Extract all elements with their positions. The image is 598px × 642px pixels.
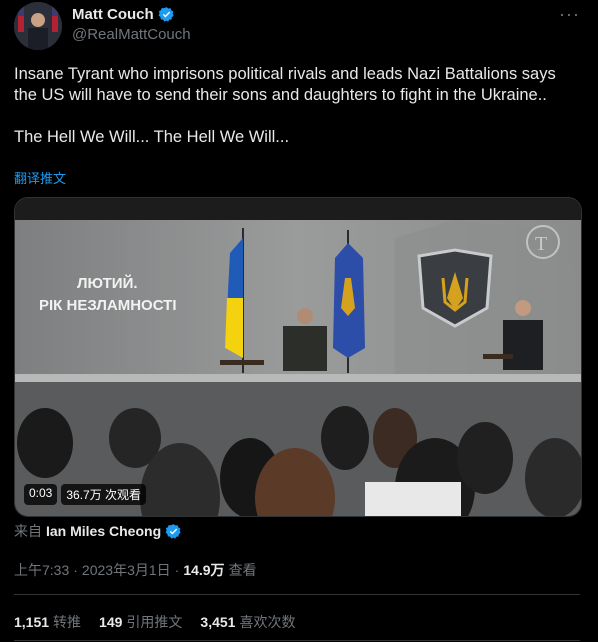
- divider: [14, 594, 580, 595]
- banner-line-1: ЛЮТИЙ.: [77, 274, 138, 292]
- author-handle[interactable]: @RealMattCouch: [72, 26, 191, 43]
- separator-dot: ·: [73, 562, 78, 578]
- source-name[interactable]: Ian Miles Cheong: [46, 523, 161, 539]
- likes-stat[interactable]: 3,451 喜欢次数: [200, 612, 295, 632]
- author-name[interactable]: Matt Couch: [72, 6, 175, 23]
- divider: [14, 640, 580, 641]
- engagement-stats: 1,151 转推 149 引用推文 3,451 喜欢次数: [14, 612, 295, 632]
- retweets-label: 转推: [53, 614, 82, 630]
- source-attribution: 来自 Ian Miles Cheong: [14, 521, 182, 541]
- views-label: 查看: [228, 562, 257, 578]
- retweets-stat[interactable]: 1,151 转推: [14, 612, 81, 632]
- video-view-count: 36.7万 次观看: [61, 484, 147, 505]
- quotes-count: 149: [99, 614, 123, 630]
- banner-line-2: РІК НЕЗЛАМНОСТІ: [39, 297, 177, 314]
- svg-text:T: T: [535, 233, 547, 255]
- translate-link[interactable]: 翻译推文: [14, 168, 66, 187]
- tweet-text: Insane Tyrant who imprisons political ri…: [14, 65, 556, 146]
- more-options-icon[interactable]: ···: [559, 4, 580, 25]
- retweets-count: 1,151: [14, 614, 50, 630]
- likes-count: 3,451: [200, 614, 236, 630]
- separator-dot: ·: [174, 562, 180, 578]
- verified-badge-icon: [165, 523, 181, 539]
- video-player[interactable]: ЛЮТИЙ. РІК НЕЗЛАМНОСТІ T 0:03 36.7万 次观看: [14, 197, 582, 517]
- source-prefix: 来自: [14, 523, 42, 539]
- video-overlay: 0:03 36.7万 次观看: [24, 484, 147, 505]
- video-time: 0:03: [24, 484, 58, 505]
- views-count: 14.9万: [183, 562, 225, 578]
- tweet-date[interactable]: 2023年3月1日: [82, 560, 171, 580]
- quotes-stat[interactable]: 149 引用推文: [99, 612, 182, 632]
- video-frame: ЛЮТИЙ. РІК НЕЗЛАМНОСТІ T: [15, 198, 581, 516]
- tweet-meta: 上午7:33 · 2023年3月1日 · 14.9万 查看: [14, 560, 257, 580]
- quotes-label: 引用推文: [126, 614, 183, 630]
- verified-badge-icon: [158, 7, 174, 22]
- likes-label: 喜欢次数: [239, 614, 296, 630]
- author-name-text: Matt Couch: [72, 6, 154, 23]
- tweet-time[interactable]: 上午7:33: [14, 560, 69, 580]
- avatar[interactable]: [14, 2, 62, 50]
